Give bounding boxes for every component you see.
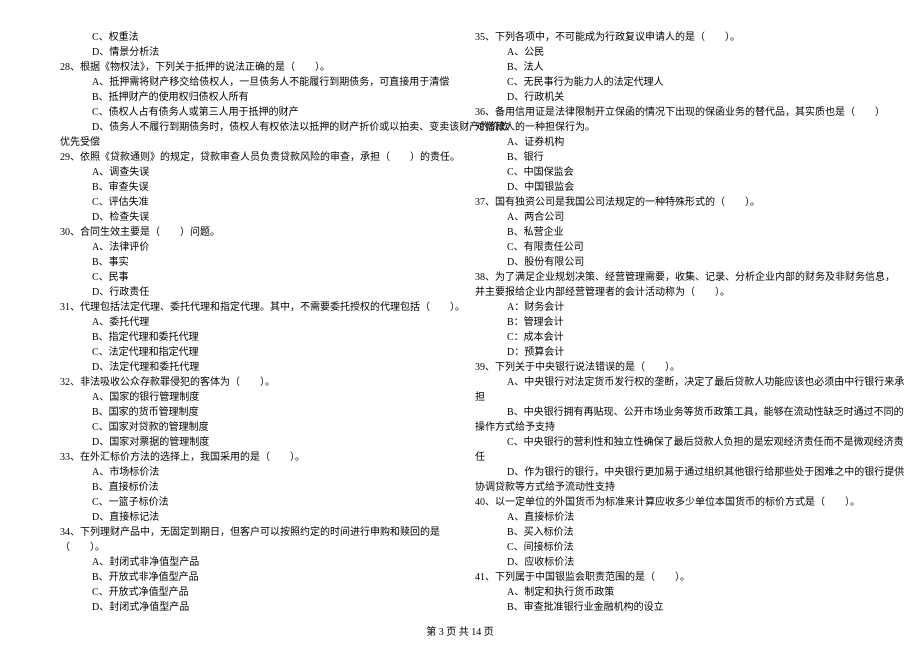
q37-opt-a: A、两合公司 — [475, 210, 860, 225]
q40-opt-d: D、应收标价法 — [475, 555, 860, 570]
q34-opt-c: C、开放式净值型产品 — [60, 585, 445, 600]
q38-opt-c: C：成本会计 — [475, 330, 860, 345]
q39-opt-a-line1: A、中央银行对法定货币发行权的垄断，决定了最后贷款人功能应该也必须由中行银行来承 — [475, 375, 860, 390]
q40-opt-b: B、买入标价法 — [475, 525, 860, 540]
q37: 37、国有独资公司是我国公司法规定的一种特殊形式的（ ）。 — [475, 195, 860, 210]
q29-opt-b: B、审查失误 — [60, 180, 445, 195]
q27-opt-c: C、权重法 — [60, 30, 445, 45]
q28-opt-d-line1: D、债务人不履行到期债务时，债权人有权依法以抵押的财产折价或以拍卖、变卖该财产的… — [60, 120, 445, 135]
q40-opt-a: A、直接标价法 — [475, 510, 860, 525]
q31: 31、代理包括法定代理、委托代理和指定代理。其中，不需要委托授权的代理包括（ ）… — [60, 300, 445, 315]
q32-opt-b: B、国家的货币管理制度 — [60, 405, 445, 420]
q38-opt-a: A：财务会计 — [475, 300, 860, 315]
q30-opt-c: C、民事 — [60, 270, 445, 285]
q30: 30、合同生效主要是（ ）问题。 — [60, 225, 445, 240]
q30-opt-a: A、法律评价 — [60, 240, 445, 255]
q27-opt-d: D、情景分析法 — [60, 45, 445, 60]
q34-line1: 34、下列理财产品中，无固定到期日，但客户可以按照约定的时间进行申购和赎回的是 — [60, 525, 445, 540]
q30-opt-b: B、事实 — [60, 255, 445, 270]
q39-opt-c-line2: 任 — [475, 450, 860, 465]
q34-line2: （ ）。 — [60, 540, 445, 555]
q33: 33、在外汇标价方法的选择上，我国采用的是（ ）。 — [60, 450, 445, 465]
q28-opt-c: C、债权人占有债务人或第三人用于抵押的财产 — [60, 105, 445, 120]
q36-line1: 36、备用信用证是法律限制开立保函的情况下出现的保函业务的替代品，其实质也是（ … — [475, 105, 860, 120]
q39-opt-b-line1: B、中央银行拥有再贴现、公开市场业务等货币政策工具，能够在流动性缺乏时通过不同的 — [475, 405, 860, 420]
q33-opt-a: A、市场标价法 — [60, 465, 445, 480]
q28: 28、根据《物权法》，下列关于抵押的说法正确的是（ ）。 — [60, 60, 445, 75]
q40-opt-c: C、间接标价法 — [475, 540, 860, 555]
q39-opt-c-line1: C、中央银行的营利性和独立性确保了最后贷款人负担的是宏观经济责任而不是微观经济责 — [475, 435, 860, 450]
q29-opt-c: C、评估失准 — [60, 195, 445, 210]
q35: 35、下列各项中，不可能成为行政复议申请人的是（ ）。 — [475, 30, 860, 45]
q36-line2: 对借款人的一种担保行为。 — [475, 120, 860, 135]
q33-opt-c: C、一篮子标价法 — [60, 495, 445, 510]
q31-opt-a: A、委托代理 — [60, 315, 445, 330]
q35-opt-d: D、行政机关 — [475, 90, 860, 105]
q34-opt-b: B、开放式非净值型产品 — [60, 570, 445, 585]
q41: 41、下列属于中国银监会职责范围的是（ ）。 — [475, 570, 860, 585]
q40: 40、以一定单位的外国货币为标准来计算应收多少单位本国货币的标价方式是（ ）。 — [475, 495, 860, 510]
q32-opt-a: A、国家的银行管理制度 — [60, 390, 445, 405]
q38-opt-d: D：预算会计 — [475, 345, 860, 360]
q32-opt-c: C、国家对贷款的管理制度 — [60, 420, 445, 435]
q36-opt-b: B、银行 — [475, 150, 860, 165]
q38-opt-b: B：管理会计 — [475, 315, 860, 330]
q34-opt-a: A、封闭式非净值型产品 — [60, 555, 445, 570]
q36-opt-c: C、中国保监会 — [475, 165, 860, 180]
q39-opt-d-line1: D、作为银行的银行，中央银行更加易于通过组织其他银行给那些处于困难之中的银行提供 — [475, 465, 860, 480]
q31-opt-b: B、指定代理和委托代理 — [60, 330, 445, 345]
q35-opt-a: A、公民 — [475, 45, 860, 60]
q34-opt-d: D、封闭式净值型产品 — [60, 600, 445, 615]
q37-opt-d: D、股份有限公司 — [475, 255, 860, 270]
q39-opt-a-line2: 担 — [475, 390, 860, 405]
q28-opt-a: A、抵押需将财产移交给债权人，一旦债务人不能履行到期债务，可直接用于清偿 — [60, 75, 445, 90]
q41-opt-b: B、审查批准银行业金融机构的设立 — [475, 600, 860, 615]
q29-opt-d: D、检查失误 — [60, 210, 445, 225]
q37-opt-b: B、私营企业 — [475, 225, 860, 240]
q35-opt-c: C、无民事行为能力人的法定代理人 — [475, 75, 860, 90]
q39-opt-d-line2: 协调贷款等方式给予流动性支持 — [475, 480, 860, 495]
q31-opt-c: C、法定代理和指定代理 — [60, 345, 445, 360]
q33-opt-d: D、直接标记法 — [60, 510, 445, 525]
q29: 29、依照《贷款通则》的规定，贷款审查人员负责贷款风险的审查，承担（ ）的责任。 — [60, 150, 445, 165]
q39: 39、下列关于中央银行说法错误的是（ ）。 — [475, 360, 860, 375]
q39-opt-b-line2: 操作方式给予支持 — [475, 420, 860, 435]
q38-line1: 38、为了满足企业规划决策、经营管理需要，收集、记录、分析企业内部的财务及非财务… — [475, 270, 860, 285]
q28-opt-b: B、抵押财产的使用权归债权人所有 — [60, 90, 445, 105]
q32: 32、非法吸收公众存款罪侵犯的客体为（ ）。 — [60, 375, 445, 390]
q28-opt-d-line2: 优先受偿 — [60, 135, 445, 150]
q36-opt-a: A、证券机构 — [475, 135, 860, 150]
q29-opt-a: A、调查失误 — [60, 165, 445, 180]
q33-opt-b: B、直接标价法 — [60, 480, 445, 495]
q31-opt-d: D、法定代理和委托代理 — [60, 360, 445, 375]
q30-opt-d: D、行政责任 — [60, 285, 445, 300]
exam-page: C、权重法 D、情景分析法 28、根据《物权法》，下列关于抵押的说法正确的是（ … — [0, 30, 920, 620]
q37-opt-c: C、有限责任公司 — [475, 240, 860, 255]
q32-opt-d: D、国家对票据的管理制度 — [60, 435, 445, 450]
q35-opt-b: B、法人 — [475, 60, 860, 75]
page-footer: 第 3 页 共 14 页 — [0, 625, 920, 640]
q36-opt-d: D、中国银监会 — [475, 180, 860, 195]
q41-opt-a: A、制定和执行货币政策 — [475, 585, 860, 600]
q38-line2: 并主要报给企业内部经营管理者的会计活动称为（ ）。 — [475, 285, 860, 300]
